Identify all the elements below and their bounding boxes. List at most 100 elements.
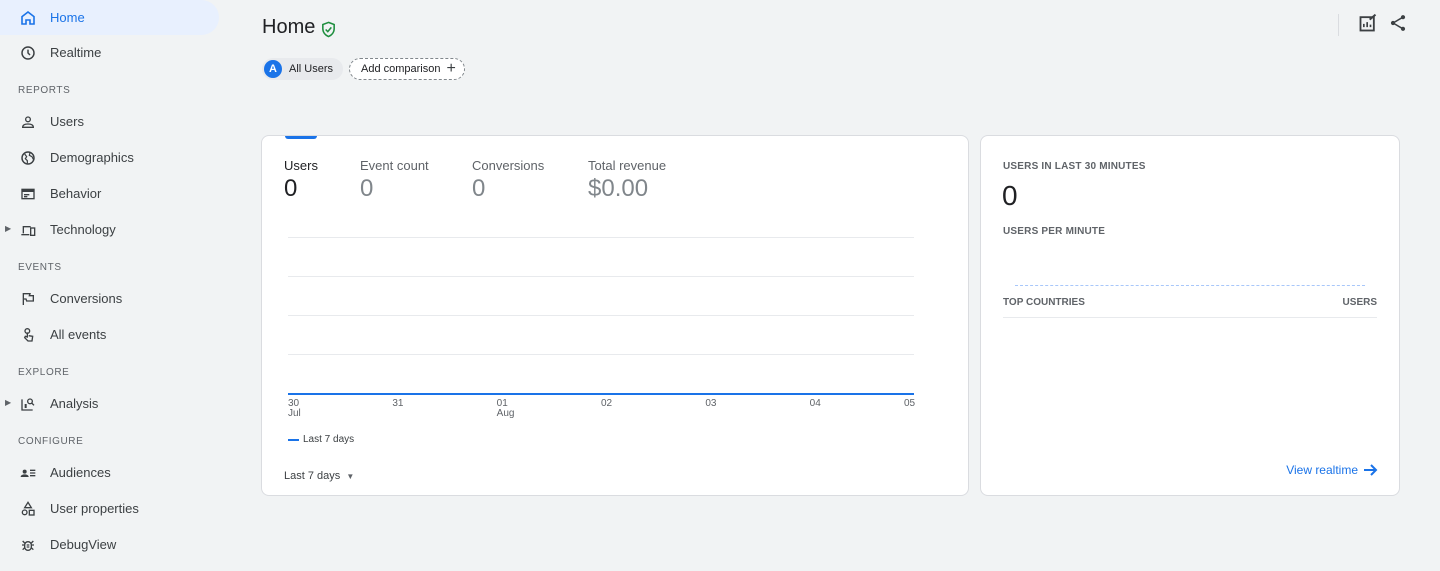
- metric-tab-users[interactable]: Users 0: [284, 158, 318, 203]
- sidebar-item-label: Analysis: [50, 396, 99, 411]
- sidebar-item-behavior[interactable]: Behavior: [0, 176, 219, 211]
- sidebar-item-realtime[interactable]: Realtime: [0, 35, 219, 70]
- sidebar-item-label: Users: [50, 114, 84, 129]
- top-countries-heading: TOP COUNTRIES: [1003, 297, 1085, 308]
- segment-chip-all-users[interactable]: A All Users: [262, 58, 344, 80]
- overview-card: Users 0 Event count 0 Conversions 0 Tota…: [261, 135, 969, 496]
- home-icon: [19, 9, 37, 27]
- date-range-dropdown[interactable]: Last 7 days ▼: [284, 470, 354, 482]
- expand-caret-icon[interactable]: ▶: [5, 398, 11, 407]
- touch-icon: [19, 326, 37, 344]
- metric-label: Total revenue: [588, 158, 667, 173]
- x-tick-day: 04: [809, 398, 821, 409]
- chart-gridline: [288, 354, 914, 355]
- expand-caret-icon[interactable]: ▶: [5, 224, 11, 233]
- flag-icon: [19, 290, 37, 308]
- metric-tab-conversions[interactable]: Conversions 0: [472, 158, 544, 203]
- metric-value: 0: [360, 175, 374, 202]
- sidebar-item-home[interactable]: Home: [0, 0, 219, 35]
- legend-swatch: [288, 438, 299, 441]
- metric-tab-event-count[interactable]: Event count 0: [360, 158, 429, 203]
- sidebar-item-label: User properties: [50, 501, 139, 516]
- segment-avatar: A: [264, 60, 282, 78]
- sidebar-item-technology[interactable]: ▶ Technology: [0, 212, 219, 247]
- selected-metric-indicator: [285, 136, 317, 139]
- customize-report-icon[interactable]: [1358, 13, 1378, 33]
- sidebar: Home Realtime REPORTS Users Demographics…: [0, 0, 228, 571]
- metric-value: 0: [284, 175, 298, 202]
- x-tick-day: 05: [904, 398, 916, 409]
- page-title: Home: [262, 16, 337, 39]
- browser-icon: [19, 185, 37, 203]
- sidebar-item-conversions[interactable]: Conversions: [0, 281, 219, 316]
- sidebar-item-user-properties[interactable]: User properties: [0, 491, 219, 526]
- view-realtime-label: View realtime: [1286, 463, 1358, 477]
- x-tick-label: 03: [705, 399, 716, 409]
- person-icon: [19, 113, 37, 131]
- table-divider: [1003, 317, 1377, 318]
- verified-shield-icon: [320, 21, 337, 38]
- sidebar-item-demographics[interactable]: Demographics: [0, 140, 219, 175]
- section-label-events: EVENTS: [18, 262, 62, 273]
- users-per-minute-bars: [1015, 285, 1365, 287]
- segment-label: All Users: [289, 63, 334, 75]
- user-properties-icon: [19, 500, 37, 518]
- sidebar-item-label: Realtime: [50, 45, 102, 60]
- x-tick-label: 04: [810, 399, 821, 409]
- audience-icon: [19, 464, 37, 482]
- arrow-right-icon: [1364, 464, 1378, 476]
- chart-gridline: [288, 237, 914, 238]
- view-realtime-link[interactable]: View realtime: [1286, 463, 1378, 477]
- sidebar-item-label: Behavior: [50, 186, 102, 201]
- users-column-heading: USERS: [1342, 297, 1377, 308]
- sidebar-item-all-events[interactable]: All events: [0, 317, 219, 352]
- add-comparison-label: Add comparison: [361, 63, 441, 75]
- section-label-reports: REPORTS: [18, 85, 71, 96]
- bug-icon: [19, 536, 37, 554]
- x-tick-label: 02: [601, 399, 612, 409]
- x-tick-month: Aug: [496, 408, 515, 419]
- metric-label: Conversions: [472, 158, 545, 173]
- x-tick-day: 31: [392, 398, 404, 409]
- sidebar-item-analysis[interactable]: ▶ Analysis: [0, 386, 219, 421]
- add-comparison-button[interactable]: Add comparison +: [349, 58, 465, 80]
- share-icon[interactable]: [1388, 13, 1408, 33]
- sidebar-item-label: Demographics: [50, 150, 134, 165]
- sidebar-item-label: Home: [50, 10, 85, 25]
- top-countries-table-header: TOP COUNTRIES USERS: [1003, 297, 1377, 308]
- legend-label: Last 7 days: [303, 434, 355, 445]
- metric-label: Users: [284, 158, 318, 173]
- users-last-30-heading: USERS IN LAST 30 MINUTES: [1003, 161, 1146, 172]
- x-tick-label: 31: [392, 399, 403, 409]
- x-tick-day: 03: [705, 398, 717, 409]
- devices-icon: [19, 221, 37, 239]
- users-last-30-value: 0: [1002, 180, 1018, 211]
- chart-gridline: [288, 276, 914, 277]
- metric-tab-total-revenue[interactable]: Total revenue $0.00: [588, 158, 666, 203]
- x-tick-month: Jul: [288, 408, 301, 419]
- sidebar-item-label: Audiences: [50, 465, 111, 480]
- sidebar-item-debugview[interactable]: DebugView: [0, 527, 219, 562]
- chart-gridline: [288, 315, 914, 316]
- globe-icon: [19, 149, 37, 167]
- series-line-last-7-days: [288, 393, 914, 395]
- x-tick-label: 05: [904, 399, 915, 409]
- clock-icon: [19, 44, 37, 62]
- sidebar-item-label: All events: [50, 327, 107, 342]
- dropdown-arrow-icon: ▼: [346, 472, 355, 481]
- chart-legend: Last 7 days: [288, 434, 354, 445]
- section-label-configure: CONFIGURE: [18, 436, 84, 447]
- x-tick-day: 02: [601, 398, 613, 409]
- sidebar-item-audiences[interactable]: Audiences: [0, 455, 219, 490]
- x-tick-label: 30 Jul: [288, 399, 301, 419]
- metric-label: Event count: [360, 158, 429, 173]
- header-actions: [1358, 13, 1408, 33]
- date-range-label: Last 7 days: [284, 470, 341, 482]
- sidebar-item-users[interactable]: Users: [0, 104, 219, 139]
- x-tick-label: 01 Aug: [497, 399, 515, 419]
- realtime-card: USERS IN LAST 30 MINUTES 0 USERS PER MIN…: [980, 135, 1400, 496]
- sidebar-item-label: Conversions: [50, 291, 123, 306]
- metric-value: $0.00: [588, 175, 649, 202]
- plus-icon: +: [446, 60, 456, 77]
- sidebar-item-label: DebugView: [50, 537, 117, 552]
